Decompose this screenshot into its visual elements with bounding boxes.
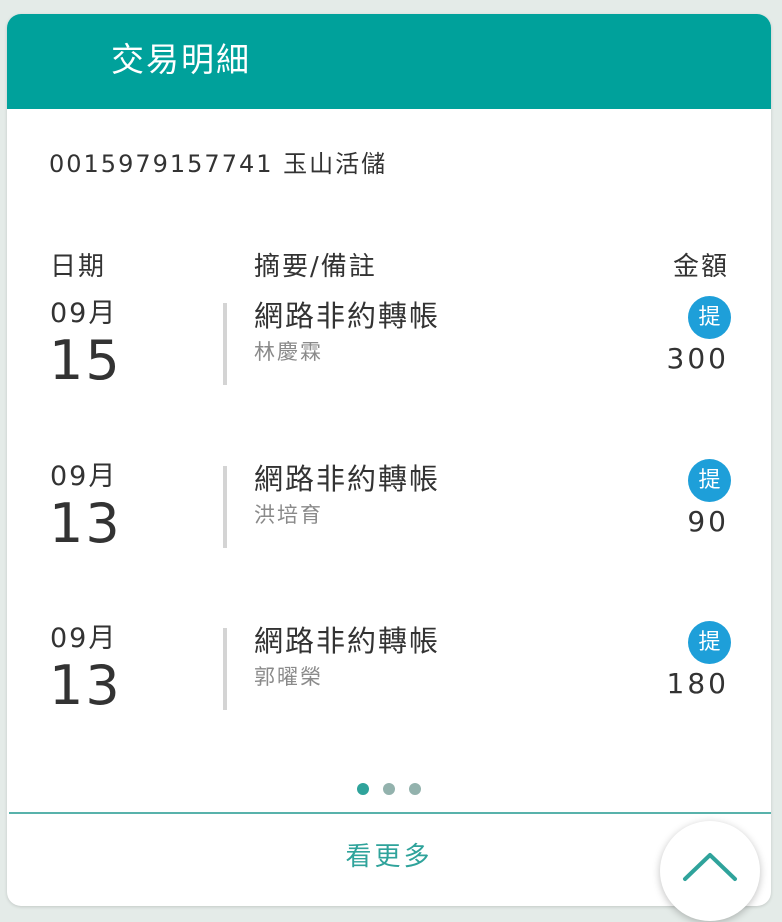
page-title: 交易明細 (111, 40, 251, 79)
transaction-amount: 90 (687, 505, 729, 538)
transaction-note: 洪培育 (254, 503, 323, 527)
transaction-month: 09月 (50, 461, 118, 492)
transaction-card: 交易明細 0015979157741 玉山活儲 日期 摘要/備註 金額 09月 … (7, 14, 771, 906)
pagination-dots (7, 780, 771, 795)
transaction-amount: 300 (666, 342, 729, 375)
column-header-amount: 金額 (672, 252, 729, 282)
transaction-amount: 180 (666, 667, 729, 700)
account-label: 0015979157741 玉山活儲 (49, 150, 388, 178)
transaction-title: 網路非約轉帳 (254, 462, 441, 496)
column-header-date: 日期 (50, 252, 107, 282)
transaction-month: 09月 (50, 298, 118, 329)
footer-divider (9, 812, 771, 814)
transaction-note: 林慶霖 (254, 340, 323, 364)
column-header-description: 摘要/備註 (254, 252, 377, 282)
transaction-day: 13 (49, 654, 122, 717)
row-divider (223, 628, 227, 710)
row-divider (223, 466, 227, 548)
pagination-dot-1[interactable] (357, 783, 369, 795)
chevron-up-icon (683, 853, 737, 881)
transaction-title: 網路非約轉帳 (254, 299, 441, 333)
transaction-row[interactable]: 09月 15 網路非約轉帳 林慶霖 提 300 (7, 296, 771, 408)
card-header: 交易明細 (7, 14, 771, 109)
withdrawal-badge: 提 (688, 459, 731, 502)
see-more-link[interactable]: 看更多 (7, 840, 771, 874)
transaction-month: 09月 (50, 623, 118, 654)
transaction-row[interactable]: 09月 13 網路非約轉帳 洪培育 提 90 (7, 459, 771, 571)
withdrawal-badge: 提 (688, 621, 731, 664)
transaction-title: 網路非約轉帳 (254, 624, 441, 658)
transaction-note: 郭曜榮 (254, 665, 323, 689)
withdrawal-badge: 提 (688, 296, 731, 339)
transaction-day: 13 (49, 492, 122, 555)
row-divider (223, 303, 227, 385)
transaction-day: 15 (49, 329, 122, 392)
pagination-dot-3[interactable] (409, 783, 421, 795)
scroll-top-button[interactable] (660, 821, 760, 921)
pagination-dot-2[interactable] (383, 783, 395, 795)
transaction-row[interactable]: 09月 13 網路非約轉帳 郭曜榮 提 180 (7, 621, 771, 733)
